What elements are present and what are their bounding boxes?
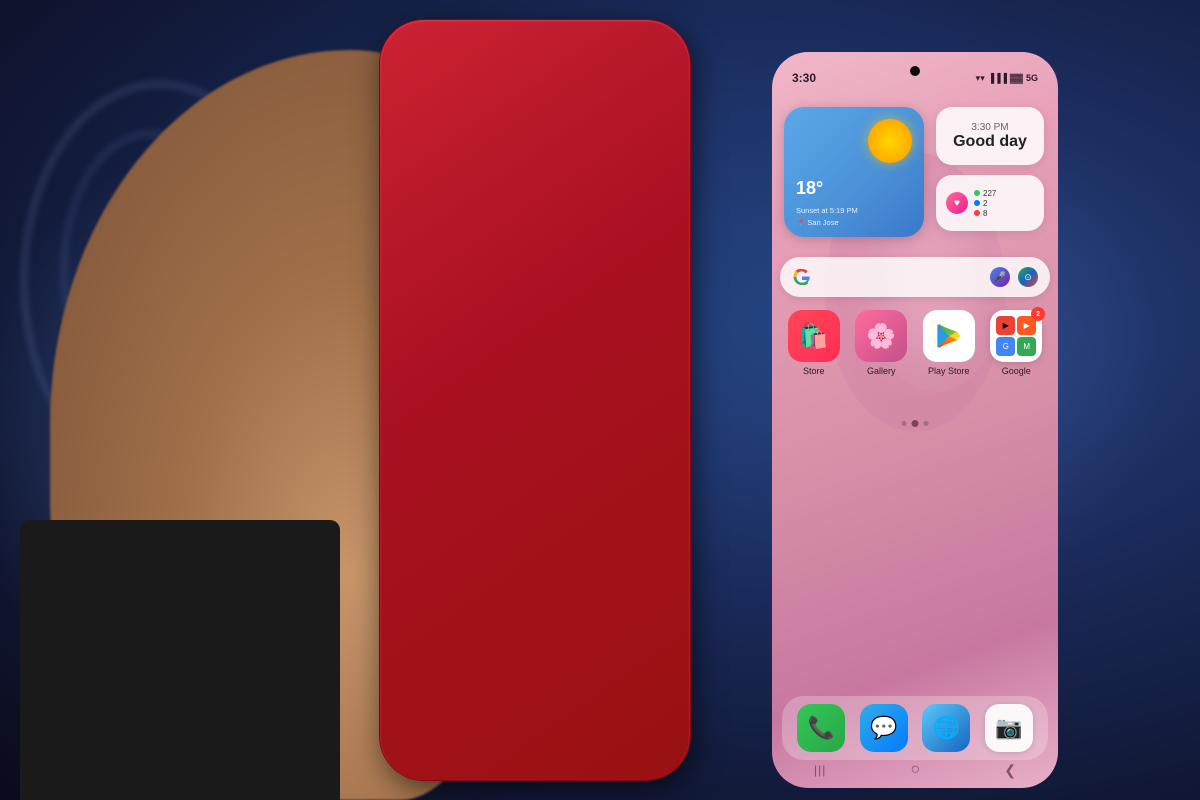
google-label: Google	[1002, 366, 1031, 376]
notif-row-1: 227	[974, 189, 996, 198]
status-icons: ▾▾ ▐▐▐ ▓▓ 5G	[976, 73, 1038, 84]
google-g-logo	[792, 267, 812, 287]
play-store-icon	[923, 310, 975, 362]
dock: 📞 💬 🌐 📷	[782, 696, 1048, 760]
clock-widget[interactable]: 3:30 PM Good day	[936, 107, 1044, 165]
notif-dot-blue	[974, 200, 980, 206]
phone-screen: 3:30 ▾▾ ▐▐▐ ▓▓ 5G 18° Sunset at 5:19 PM …	[772, 52, 1058, 788]
wifi-icon: ▾▾	[976, 73, 985, 84]
page-dot-2-active[interactable]	[912, 420, 919, 427]
notification-widget[interactable]: ♥ 227 2 8	[936, 175, 1044, 231]
google-badge: 2	[1031, 307, 1045, 321]
sun-icon	[868, 119, 912, 163]
app-grid: 🛍️ Store 🌸 Gallery	[780, 310, 1050, 376]
dock-browser-icon[interactable]: 🌐	[922, 704, 970, 752]
signal-icon: ▐▐▐	[988, 73, 1007, 83]
phone-body: 3:30 ▾▾ ▐▐▐ ▓▓ 5G 18° Sunset at 5:19 PM …	[380, 20, 690, 780]
store-icon: 🛍️	[788, 310, 840, 362]
scene: 3:30 ▾▾ ▐▐▐ ▓▓ 5G 18° Sunset at 5:19 PM …	[0, 0, 1200, 800]
notif-items: 227 2 8	[974, 189, 996, 218]
google-search-bar[interactable]: 🎤 ⊙	[780, 257, 1050, 297]
weather-sunset: Sunset at 5:19 PM	[796, 206, 858, 215]
home-button[interactable]: ○	[910, 761, 920, 779]
notif-dot-green	[974, 190, 980, 196]
navigation-bar: ||| ○ ❮	[772, 760, 1058, 780]
play-store-label: Play Store	[928, 366, 970, 376]
google-mic-icon[interactable]: 🎤	[990, 267, 1010, 287]
sleeve	[20, 520, 340, 800]
google-lens-icon[interactable]: ⊙	[1018, 267, 1038, 287]
google-folder-icon: ▶ ▶ G M 2	[990, 310, 1042, 362]
dock-messages-icon[interactable]: 💬	[860, 704, 908, 752]
app-item-play-store[interactable]: Play Store	[919, 310, 979, 376]
page-indicators	[902, 420, 929, 427]
status-time: 3:30	[792, 71, 816, 85]
back-button[interactable]: ❮	[1004, 762, 1016, 779]
app-item-gallery[interactable]: 🌸 Gallery	[852, 310, 912, 376]
app-item-store[interactable]: 🛍️ Store	[784, 310, 844, 376]
page-dot-3[interactable]	[924, 421, 929, 426]
weather-widget[interactable]: 18° Sunset at 5:19 PM 📍 San Jose	[784, 107, 924, 237]
app-item-google[interactable]: ▶ ▶ G M 2 Google	[987, 310, 1047, 376]
page-dot-1[interactable]	[902, 421, 907, 426]
recent-apps-button[interactable]: |||	[814, 763, 826, 777]
notif-row-3: 8	[974, 209, 996, 218]
clock-greeting: Good day	[953, 133, 1027, 151]
weather-temperature: 18°	[796, 178, 823, 199]
clock-time: 3:30 PM	[971, 122, 1008, 133]
status-label: 5G	[1026, 73, 1038, 83]
notif-heart-icon: ♥	[946, 192, 968, 214]
notif-dot-red	[974, 210, 980, 216]
location-pin-icon: 📍	[796, 218, 805, 227]
dock-camera-icon[interactable]: 📷	[985, 704, 1033, 752]
gallery-icon: 🌸	[855, 310, 907, 362]
notif-row-2: 2	[974, 199, 996, 208]
gallery-label: Gallery	[867, 366, 896, 376]
store-label: Store	[803, 366, 825, 376]
battery-icon: ▓▓	[1010, 73, 1023, 83]
dock-phone-icon[interactable]: 📞	[797, 704, 845, 752]
camera-hole	[910, 66, 920, 76]
weather-location: 📍 San Jose	[796, 218, 839, 227]
